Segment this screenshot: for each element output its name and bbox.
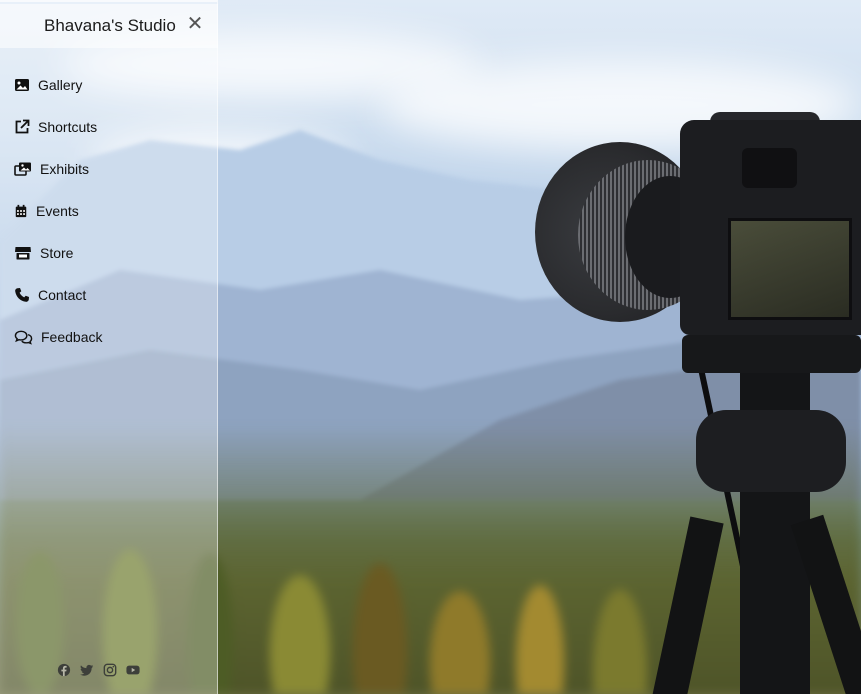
sidebar-nav: Gallery Shortcuts Exhibits Events Store … [0, 64, 218, 358]
twitter-icon[interactable] [80, 663, 94, 677]
sidebar: Bhavana's Studio ✕ Gallery Shortcuts Exh… [0, 0, 218, 694]
social-links [57, 663, 140, 677]
sidebar-item-feedback[interactable]: Feedback [0, 316, 218, 358]
sidebar-item-label: Gallery [38, 77, 83, 93]
sidebar-item-exhibits[interactable]: Exhibits [0, 148, 218, 190]
sidebar-item-label: Store [40, 245, 74, 261]
sidebar-item-contact[interactable]: Contact [0, 274, 218, 316]
brand-title[interactable]: Bhavana's Studio [44, 16, 176, 36]
sidebar-item-events[interactable]: Events [0, 190, 218, 232]
images-icon [14, 162, 31, 176]
sidebar-item-label: Feedback [41, 329, 103, 345]
sidebar-item-label: Contact [38, 287, 87, 303]
facebook-icon[interactable] [57, 663, 71, 677]
store-icon [15, 247, 31, 260]
sidebar-item-gallery[interactable]: Gallery [0, 64, 218, 106]
sidebar-item-label: Shortcuts [38, 119, 98, 135]
image-icon [15, 79, 29, 91]
sidebar-item-label: Exhibits [40, 161, 90, 177]
calendar-icon [15, 204, 27, 218]
youtube-icon[interactable] [126, 663, 140, 677]
close-icon[interactable]: ✕ [186, 13, 204, 35]
sidebar-header: Bhavana's Studio ✕ [0, 4, 218, 48]
phone-icon [15, 288, 29, 302]
comments-icon [14, 330, 33, 345]
external-link-icon [15, 119, 30, 134]
sidebar-item-shortcuts[interactable]: Shortcuts [0, 106, 218, 148]
sidebar-item-label: Events [36, 203, 79, 219]
instagram-icon[interactable] [103, 663, 117, 677]
sidebar-item-store[interactable]: Store [0, 232, 218, 274]
